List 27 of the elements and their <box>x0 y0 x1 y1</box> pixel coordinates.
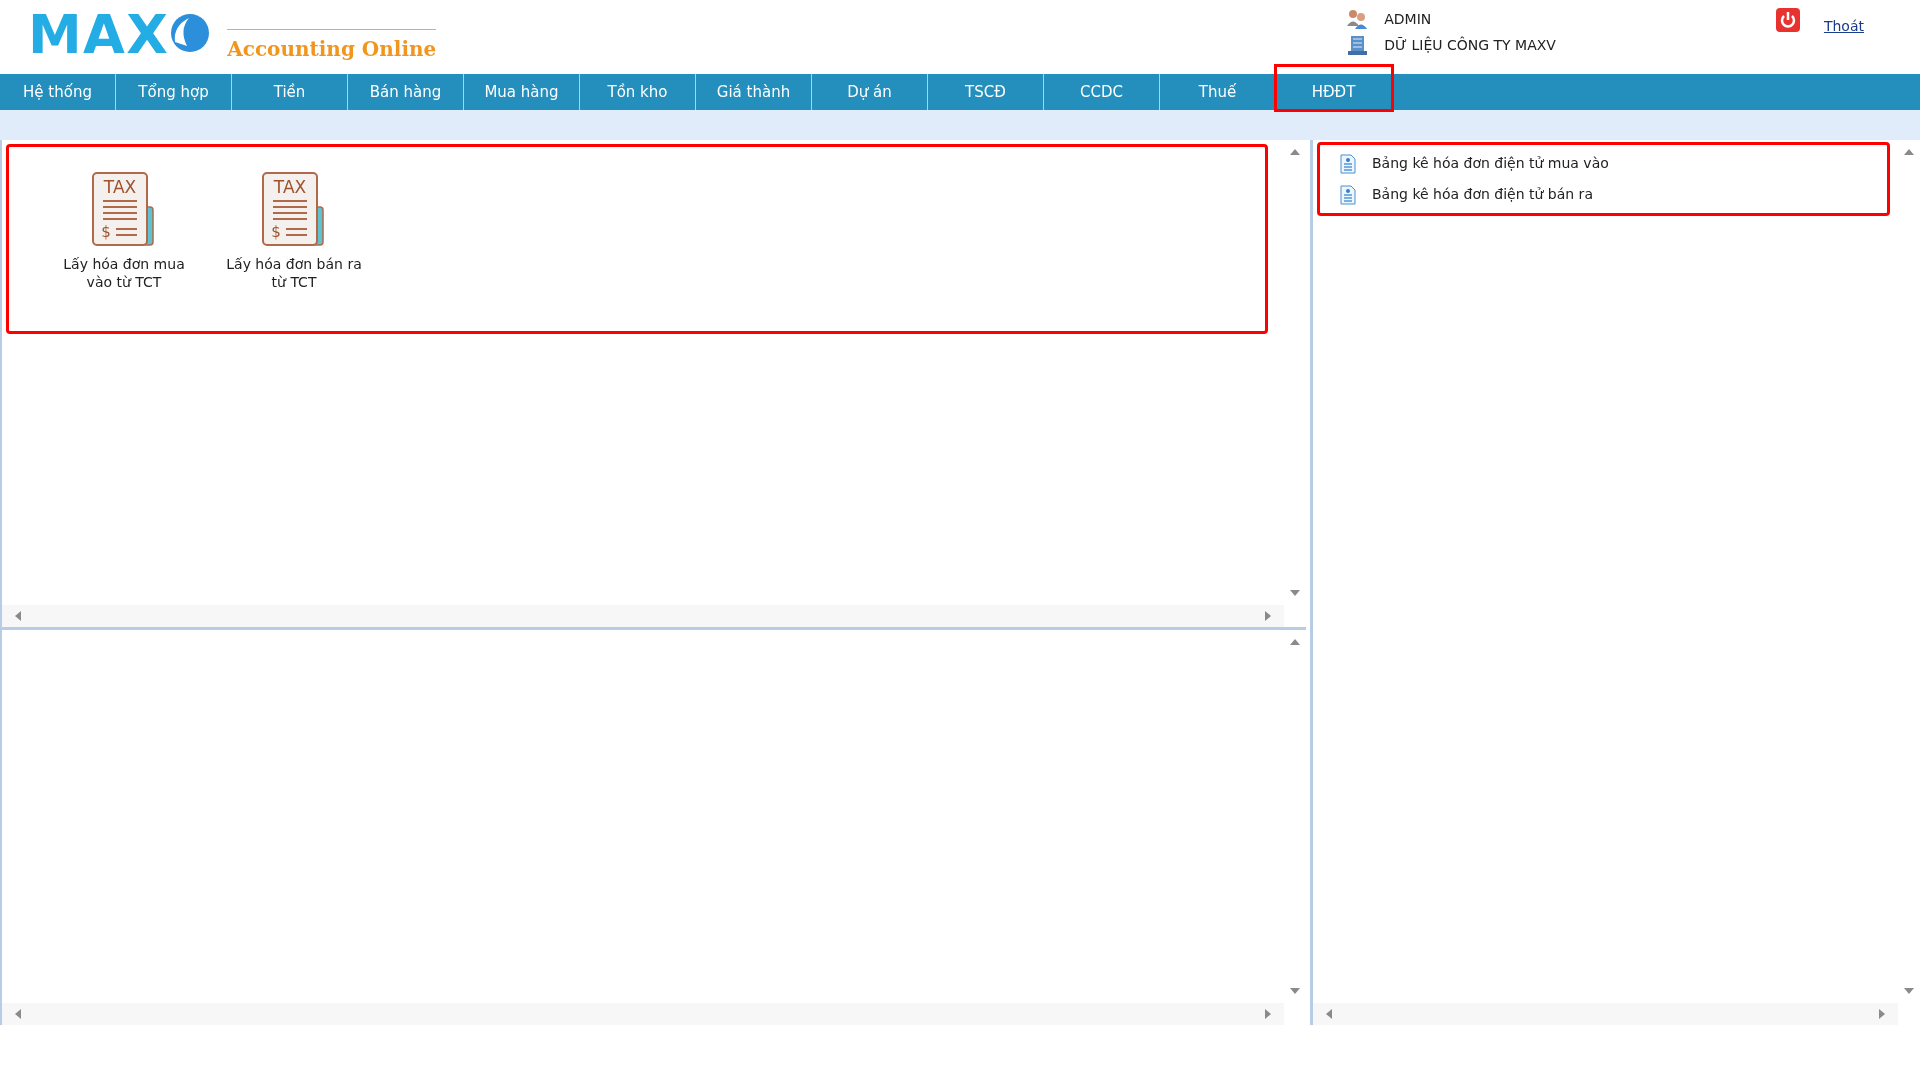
scroll-right-icon[interactable] <box>1264 610 1272 622</box>
scroll-down-icon[interactable] <box>1289 589 1301 597</box>
report-document-icon <box>1340 184 1356 205</box>
logout-link[interactable]: Thoát <box>1823 16 1864 37</box>
scroll-up-icon[interactable] <box>1289 148 1301 156</box>
scroll-left-icon[interactable] <box>1325 1008 1333 1020</box>
menu-item[interactable]: HĐĐT <box>1276 66 1392 110</box>
scroll-left-icon[interactable] <box>14 1008 22 1020</box>
scroll-down-icon[interactable] <box>1289 987 1301 995</box>
scroll-right-icon[interactable] <box>1878 1008 1886 1020</box>
logo: MAX Accounting Online <box>28 2 437 62</box>
scroll-down-icon[interactable] <box>1903 987 1915 995</box>
globe-icon <box>169 12 212 54</box>
report-link[interactable]: Bảng kê hóa đơn điện tử bán ra <box>1372 184 1593 205</box>
shortcut-label[interactable]: Lấy hóa đơn mua vào từ TCT <box>49 255 199 291</box>
power-icon[interactable] <box>1775 8 1800 32</box>
company-name: DỮ LIỆU CÔNG TY MAXV <box>1384 35 1556 55</box>
report-link[interactable]: Bảng kê hóa đơn điện tử mua vào <box>1372 153 1609 174</box>
report-document-icon <box>1340 153 1356 174</box>
building-icon <box>1346 34 1369 56</box>
scroll-up-icon[interactable] <box>1289 638 1301 646</box>
user-name: ADMIN <box>1384 9 1432 29</box>
shortcut-label[interactable]: Lấy hóa đơn bán ra từ TCT <box>219 255 369 291</box>
users-icon <box>1346 8 1369 30</box>
scroll-right-icon[interactable] <box>1264 1008 1272 1020</box>
scroll-up-icon[interactable] <box>1903 148 1915 156</box>
scroll-left-icon[interactable] <box>14 610 22 622</box>
